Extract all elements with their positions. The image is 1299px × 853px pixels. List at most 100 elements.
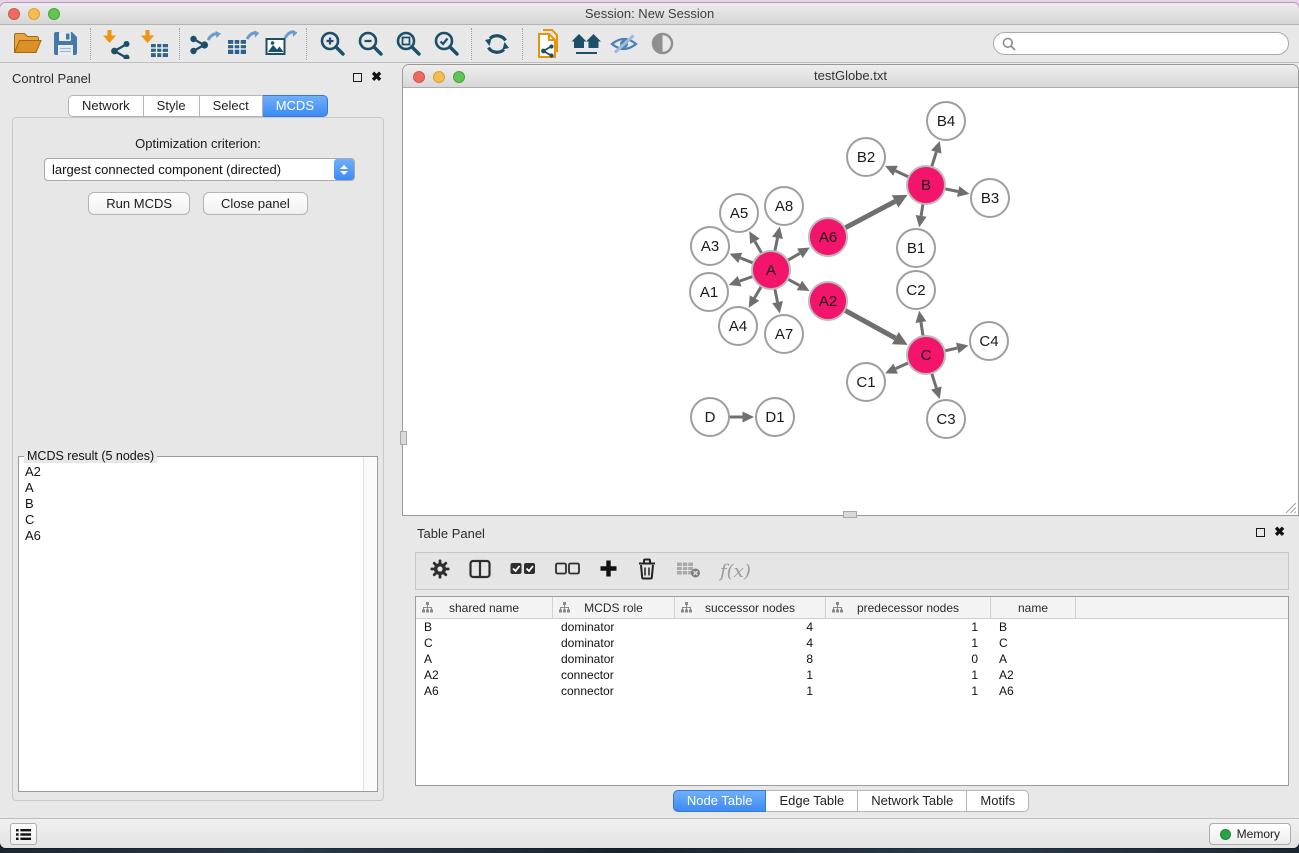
table-settings-button[interactable] [430, 559, 450, 584]
edge-A-A1[interactable] [740, 276, 753, 281]
unselect-all-button[interactable] [555, 561, 580, 581]
cell-MCDS-role[interactable]: connector [553, 683, 675, 699]
zoom-in-button[interactable] [313, 27, 351, 61]
save-session-button[interactable] [46, 27, 84, 61]
show-all-button[interactable] [643, 27, 681, 61]
tab-node-table[interactable]: Node Table [673, 790, 767, 812]
add-column-button[interactable] [599, 559, 618, 583]
cell-predecessor-nodes[interactable]: 1 [826, 619, 991, 635]
edge-A-A7[interactable] [775, 289, 778, 303]
table-row[interactable]: Bdominator41B [416, 619, 1288, 635]
result-item[interactable]: B [25, 496, 363, 512]
edge-A-A8[interactable] [775, 238, 778, 252]
cell-MCDS-role[interactable]: connector [553, 667, 675, 683]
column-header-shared-name[interactable]: shared name [416, 597, 553, 618]
delete-table-button[interactable] [676, 560, 701, 583]
cell-successor-nodes[interactable]: 8 [675, 651, 826, 667]
cell-MCDS-role[interactable]: dominator [553, 651, 675, 667]
cell-shared-name[interactable]: A6 [416, 683, 553, 699]
criterion-dropdown[interactable]: largest connected component (directed) [44, 158, 355, 181]
function-builder-button[interactable]: f(x) [720, 561, 751, 582]
cell-name[interactable]: B [991, 619, 1076, 635]
table-row[interactable]: Cdominator41C [416, 635, 1288, 651]
cell-name[interactable]: A6 [991, 683, 1076, 699]
cell-shared-name[interactable]: C [416, 635, 553, 651]
cell-shared-name[interactable]: B [416, 619, 553, 635]
run-mcds-button[interactable]: Run MCDS [88, 192, 190, 215]
float-panel-icon[interactable] [353, 73, 362, 82]
zoom-selected-button[interactable] [427, 27, 465, 61]
close-panel-icon[interactable]: ✖ [1274, 524, 1285, 540]
edge-A-A3[interactable] [740, 258, 753, 263]
cell-predecessor-nodes[interactable]: 1 [826, 667, 991, 683]
import-table-button[interactable] [135, 27, 173, 61]
close-panel-button[interactable]: Close panel [203, 192, 308, 215]
float-panel-icon[interactable] [1256, 528, 1265, 537]
refresh-button[interactable] [478, 27, 516, 61]
edge-A-A4[interactable] [755, 286, 762, 298]
edge-A-A6[interactable] [787, 253, 799, 260]
cell-name[interactable]: A2 [991, 667, 1076, 683]
edge-B-B1[interactable] [921, 204, 923, 216]
edge-B-B3[interactable] [945, 189, 959, 192]
edge-A2-C[interactable] [845, 310, 896, 338]
search-field[interactable] [993, 32, 1289, 55]
cell-predecessor-nodes[interactable]: 1 [826, 683, 991, 699]
cell-shared-name[interactable]: A [416, 651, 553, 667]
network-canvas[interactable]: AA1A2A3A4A5A6A7A8BB1B2B3B4CC1C2C3C4DD1 [403, 88, 1298, 515]
cell-successor-nodes[interactable]: 4 [675, 635, 826, 651]
table-row[interactable]: A6connector11A6 [416, 683, 1288, 699]
hide-selected-button[interactable] [605, 27, 643, 61]
show-columns-button[interactable] [469, 559, 491, 584]
zoom-fit-button[interactable] [389, 27, 427, 61]
cell-MCDS-role[interactable]: dominator [553, 635, 675, 651]
edge-C-C4[interactable] [945, 348, 958, 351]
tab-select[interactable]: Select [200, 95, 263, 117]
cell-shared-name[interactable]: A2 [416, 667, 553, 683]
import-network-button[interactable] [97, 27, 135, 61]
edge-B-B4[interactable] [932, 152, 937, 167]
resize-grip-icon[interactable] [1284, 501, 1297, 514]
cell-successor-nodes[interactable]: 1 [675, 683, 826, 699]
tab-style[interactable]: Style [144, 95, 200, 117]
table-row[interactable]: A2connector11A2 [416, 667, 1288, 683]
delete-column-button[interactable] [637, 558, 657, 585]
column-header-name[interactable]: name [991, 597, 1076, 618]
column-header-successor-nodes[interactable]: successor nodes [675, 597, 826, 618]
result-item[interactable]: A [25, 480, 363, 496]
edge-C-C2[interactable] [921, 322, 923, 336]
edge-A-A5[interactable] [755, 241, 762, 253]
export-network-button[interactable] [186, 27, 224, 61]
cell-predecessor-nodes[interactable]: 0 [826, 651, 991, 667]
open-session-button[interactable] [8, 27, 46, 61]
tab-edge-table[interactable]: Edge Table [766, 790, 858, 812]
cell-name[interactable]: A [991, 651, 1076, 667]
cell-name[interactable]: C [991, 635, 1076, 651]
edge-A-A2[interactable] [788, 279, 800, 285]
result-scrollbar[interactable] [363, 458, 376, 790]
zoom-out-button[interactable] [351, 27, 389, 61]
edge-A6-B[interactable] [845, 201, 895, 228]
result-item[interactable]: C [25, 512, 363, 528]
cell-successor-nodes[interactable]: 1 [675, 667, 826, 683]
close-panel-icon[interactable]: ✖ [371, 69, 382, 85]
edge-C-C3[interactable] [932, 373, 937, 388]
search-input[interactable] [1016, 35, 1288, 53]
column-header-predecessor-nodes[interactable]: predecessor nodes [826, 597, 991, 618]
cell-MCDS-role[interactable]: dominator [553, 619, 675, 635]
first-neighbors-button[interactable] [567, 27, 605, 61]
splitter-grip[interactable] [400, 431, 407, 445]
select-all-button[interactable] [510, 561, 536, 581]
export-image-button[interactable] [262, 27, 300, 61]
column-header-MCDS-role[interactable]: MCDS role [553, 597, 675, 618]
show-panels-button[interactable] [10, 823, 37, 845]
tab-mcds[interactable]: MCDS [263, 95, 328, 117]
edge-C-C1[interactable] [896, 363, 909, 369]
export-table-button[interactable] [224, 27, 262, 61]
tab-network-table[interactable]: Network Table [858, 790, 967, 812]
cell-predecessor-nodes[interactable]: 1 [826, 635, 991, 651]
cell-successor-nodes[interactable]: 4 [675, 619, 826, 635]
edge-B-B2[interactable] [895, 171, 908, 177]
memory-button[interactable]: Memory [1209, 823, 1291, 845]
tab-motifs[interactable]: Motifs [967, 790, 1029, 812]
